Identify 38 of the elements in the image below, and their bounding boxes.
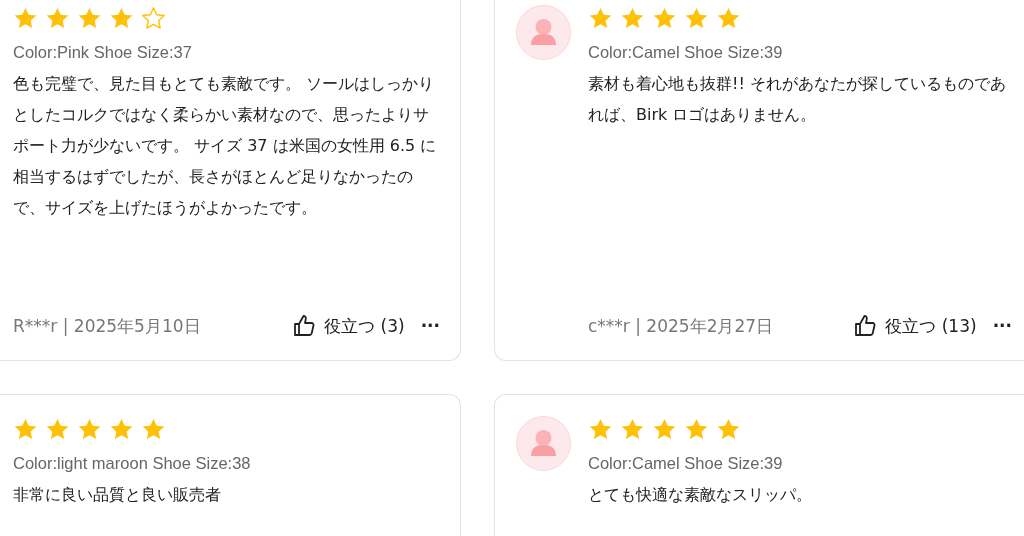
- star-icon: [716, 6, 741, 31]
- star-outline-icon: [141, 6, 166, 31]
- star-icon: [588, 417, 613, 442]
- star-icon: [684, 6, 709, 31]
- thumbs-up-icon: [292, 314, 317, 338]
- star-icon: [620, 6, 645, 31]
- star-icon: [684, 417, 709, 442]
- user-avatar-icon: [516, 5, 571, 60]
- star-icon: [652, 6, 677, 31]
- star-icon: [13, 6, 38, 31]
- star-icon: [45, 417, 70, 442]
- more-button[interactable]: ···: [420, 316, 440, 336]
- review-text: とても快適な素敵なスリッパ。: [588, 484, 813, 506]
- star-icon: [109, 417, 134, 442]
- variant-label: Color:light maroon Shoe Size:38: [13, 454, 252, 473]
- helpful-button[interactable]: 役立つ (3): [292, 314, 405, 338]
- variant-label: Color:Camel Shoe Size:39: [588, 454, 784, 473]
- star-icon: [716, 417, 741, 442]
- star-icon: [652, 417, 677, 442]
- author-date: R***r | 2025年5月10日: [13, 314, 201, 338]
- author-date: c***r | 2025年2月27日: [588, 314, 774, 338]
- review-text: 非常に良い品質と良い販売者: [13, 484, 222, 506]
- user-avatar-icon: [516, 416, 571, 471]
- review-text: 色も完璧で、見た目もとても素敵です。 ソールはしっかりとしたコルクではなく柔らかい素材なので、思ったよりサポート力が少ないです。 サイズ 37 は米国の女性用 6.5 に相当するはずでしたが、長さがほとんど足りなかったので、サイズを上げたほうがよかったです。: [13, 73, 438, 219]
- star-icon: [109, 6, 134, 31]
- star-icon: [77, 6, 102, 31]
- star-icon: [588, 6, 613, 31]
- helpful-button[interactable]: 役立つ (13): [853, 314, 977, 338]
- thumbs-up-icon: [853, 314, 878, 338]
- star-icon: [13, 417, 38, 442]
- variant-label: Color:Camel Shoe Size:39: [588, 43, 784, 62]
- review-text: 素材も着心地も抜群!! それがあなたが探しているものであれば、Birk ロゴはありません。: [588, 73, 1007, 126]
- more-button[interactable]: ···: [992, 316, 1012, 336]
- star-icon: [45, 6, 70, 31]
- variant-label: Color:Pink Shoe Size:37: [13, 43, 193, 62]
- star-icon: [77, 417, 102, 442]
- star-icon: [141, 417, 166, 442]
- star-icon: [620, 417, 645, 442]
